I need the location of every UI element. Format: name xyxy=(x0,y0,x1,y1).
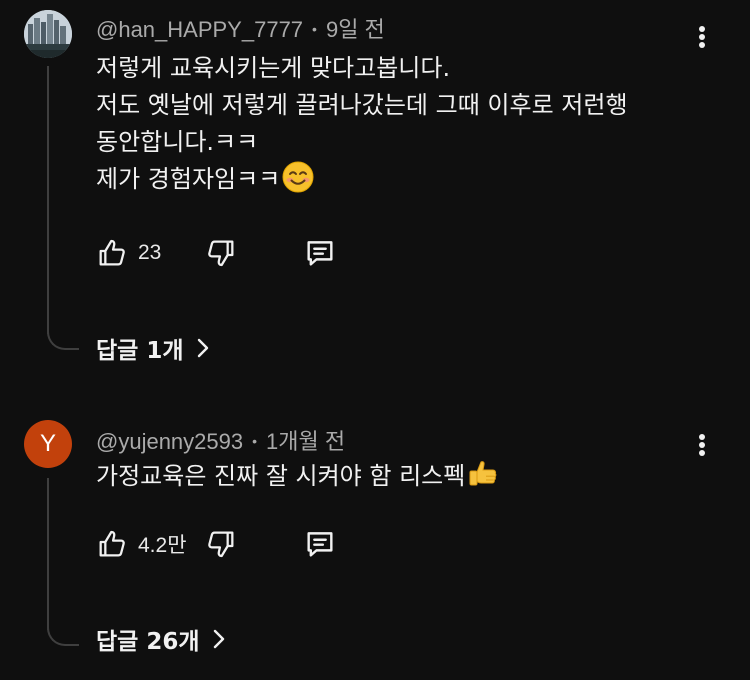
comment-thread: Y @yujenny2593 • 1개월 전 가정교육은 진짜 잘 시켜야 함 리스… xyxy=(0,400,750,680)
thumbs-up-icon xyxy=(99,239,125,266)
thumbs-up-emoji-icon xyxy=(467,458,499,501)
comment-actions: 23 xyxy=(96,235,337,271)
reply-comment-icon xyxy=(306,532,333,557)
thread-line xyxy=(47,478,49,630)
like-count: 23 xyxy=(138,241,162,264)
author-handle[interactable]: @yujenny2593 xyxy=(96,429,243,454)
reply-button[interactable] xyxy=(303,236,337,270)
comment-meta: @han_HAPPY_7777 • 9일 전 xyxy=(96,12,385,44)
comment-meta: @yujenny2593 • 1개월 전 xyxy=(96,424,345,456)
more-vertical-icon[interactable] xyxy=(690,22,714,52)
comment-line: 동안합니다.ㅋㅋ xyxy=(96,128,259,156)
reply-comment-icon xyxy=(307,241,333,266)
comment-time[interactable]: 9일 전 xyxy=(326,17,385,42)
comment-time[interactable]: 1개월 전 xyxy=(266,429,345,454)
like-button[interactable]: 23 xyxy=(96,237,161,269)
more-vertical-icon[interactable] xyxy=(690,430,714,460)
comment-line: 제가 경험자임ㅋㅋ xyxy=(96,165,281,193)
smiling-face-emoji-icon xyxy=(282,161,314,204)
thumbs-down-icon xyxy=(208,240,234,267)
author-handle[interactable]: @han_HAPPY_7777 xyxy=(96,17,303,42)
avatar[interactable] xyxy=(24,10,72,58)
thumbs-down-icon xyxy=(207,531,233,558)
thread-connector xyxy=(47,628,79,646)
thumbs-up-icon xyxy=(99,530,125,557)
comment-actions: 4.2만 xyxy=(96,526,337,562)
separator-dot: • xyxy=(312,21,317,37)
avatar-letter: Y xyxy=(39,430,56,457)
view-replies-button[interactable]: 답글 26개 xyxy=(96,622,226,656)
comment-text: 가정교육은 진짜 잘 시켜야 함 리스펙 xyxy=(96,458,716,501)
chevron-right-icon xyxy=(197,338,208,358)
thread-line xyxy=(47,66,49,334)
chevron-right-icon xyxy=(213,629,224,649)
replies-count-label: 답글 1개 xyxy=(96,338,184,364)
separator-dot: • xyxy=(252,433,258,449)
view-replies-button[interactable]: 답글 1개 xyxy=(96,331,210,365)
city-skyline-avatar-icon xyxy=(24,10,72,58)
comment-thread: @han_HAPPY_7777 • 9일 전 저렇게 교육시키는게 맞다고봅니다. … xyxy=(0,0,750,380)
avatar[interactable]: Y xyxy=(24,420,72,468)
comment-line: 저도 옛날에 저렇게 끌려나갔는데 그때 이후로 저런행 xyxy=(96,91,628,119)
like-button[interactable]: 4.2만 xyxy=(96,528,187,560)
dislike-button[interactable] xyxy=(205,237,237,269)
comment-line: 저렇게 교육시키는게 맞다고봅니다. xyxy=(96,54,451,82)
comment-line: 가정교육은 진짜 잘 시켜야 함 리스펙 xyxy=(96,462,466,490)
comment-text: 저렇게 교육시키는게 맞다고봅니다. 저도 옛날에 저렇게 끌려나갔는데 그때 … xyxy=(96,50,716,204)
reply-button[interactable] xyxy=(303,527,337,561)
replies-count-label: 답글 26개 xyxy=(96,629,200,655)
dislike-button[interactable] xyxy=(205,528,237,560)
like-count: 4.2만 xyxy=(138,534,187,557)
thread-connector xyxy=(47,332,79,350)
